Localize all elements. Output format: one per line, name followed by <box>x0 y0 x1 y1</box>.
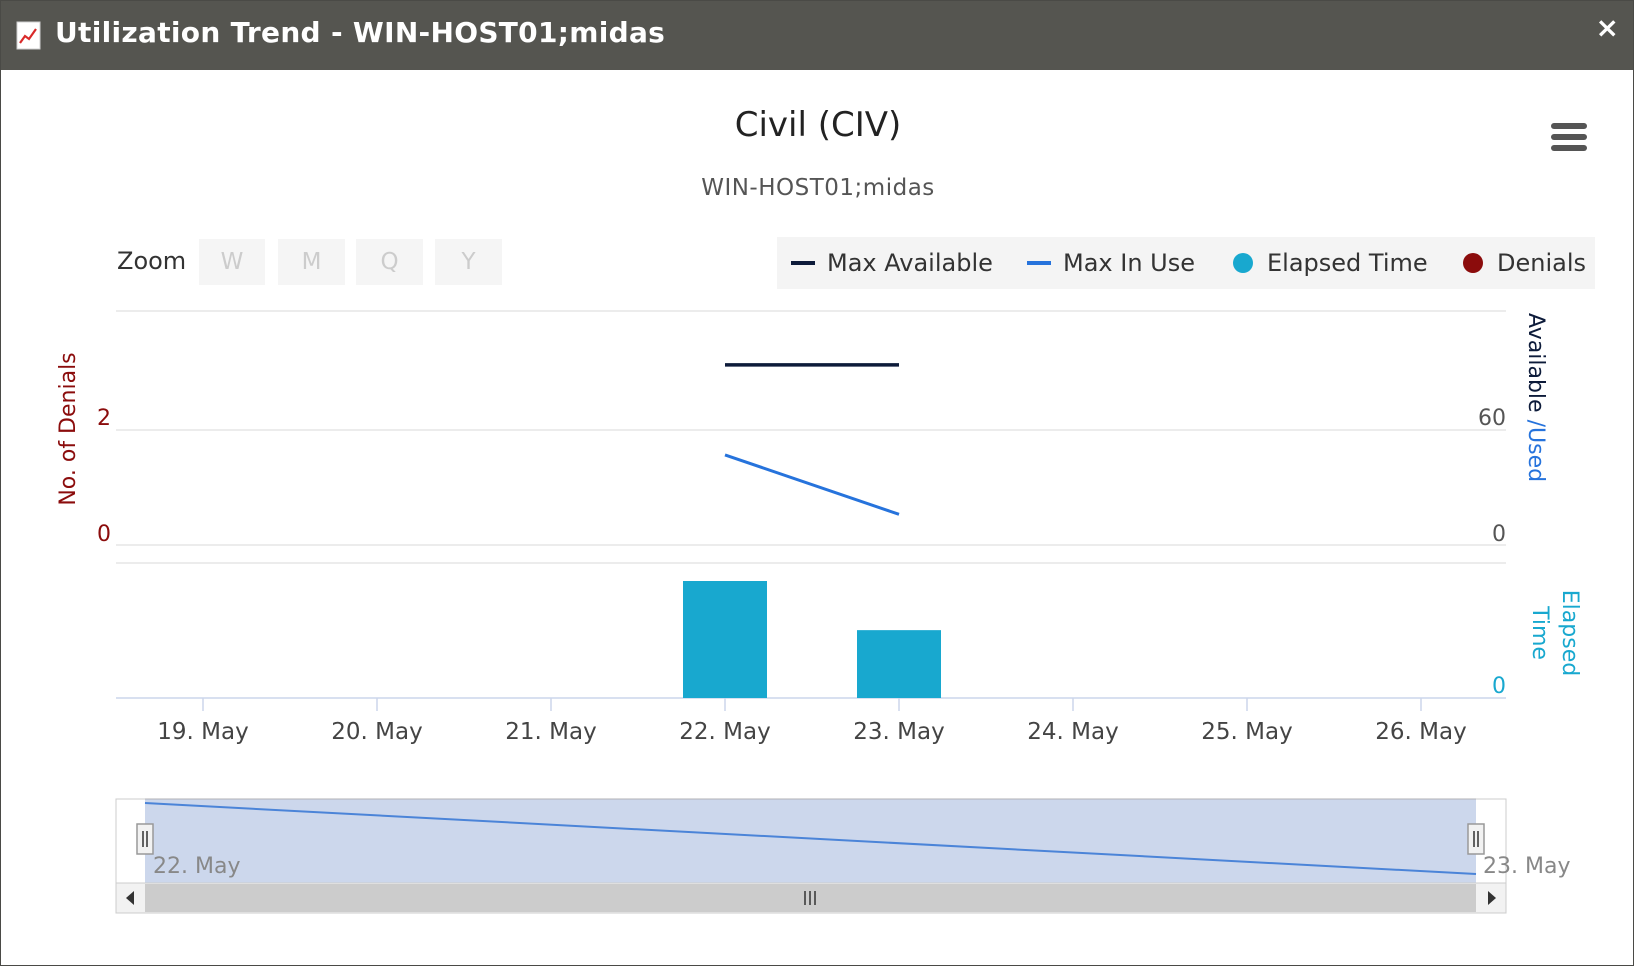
right-axis-title-separator: / <box>1523 413 1548 428</box>
navigator-selected-range[interactable] <box>145 799 1476 883</box>
left-axis-tick-0: 0 <box>97 522 111 547</box>
elapsed-axis-title-line2: Time <box>1527 605 1552 660</box>
elapsed-time-bar <box>683 581 767 698</box>
right-axis-title: Available /Used <box>1523 313 1548 482</box>
elapsed-axis-tick-0: 0 <box>1492 674 1506 699</box>
navigator-right-handle[interactable] <box>1467 823 1485 855</box>
left-axis-tick-2: 2 <box>97 406 111 431</box>
x-axis-tick-label: 21. May <box>505 719 596 745</box>
x-axis-tick-label: 20. May <box>331 719 422 745</box>
navigator-left-handle[interactable] <box>136 823 154 855</box>
x-axis-tick-label: 26. May <box>1375 719 1466 745</box>
x-axis: 19. May 20. May 21. May 22. May 23. May 24. M… <box>157 698 1467 745</box>
line-series-group <box>724 363 900 516</box>
right-axis-title-used: Used <box>1523 427 1548 482</box>
navigator-end-label: 23. May <box>1483 854 1570 879</box>
utilization-chart: No. of Denials 2 0 60 0 Available /Used … <box>56 310 1582 914</box>
x-axis-tick-label: 22. May <box>679 719 770 745</box>
right-axis-tick-0: 0 <box>1492 522 1506 547</box>
right-axis-title-available: Available <box>1523 313 1548 413</box>
navigator-scrollbar[interactable] <box>115 882 1507 914</box>
elapsed-time-bar <box>857 630 941 698</box>
elapsed-axis-title-line1: Elapsed <box>1557 590 1582 676</box>
elapsed-time-series <box>683 581 941 698</box>
x-axis-tick-label: 24. May <box>1027 719 1118 745</box>
right-axis-tick-60: 60 <box>1478 406 1506 431</box>
left-axis-title: No. of Denials <box>56 352 81 505</box>
navigator[interactable]: 22. May 23. May <box>115 798 1570 884</box>
navigator-start-label: 22. May <box>153 854 240 879</box>
x-axis-tick-label: 23. May <box>853 719 944 745</box>
x-axis-tick-label: 25. May <box>1201 719 1292 745</box>
utilization-trend-dialog: Utilization Trend - WIN-HOST01;midas × C… <box>0 0 1634 966</box>
max-in-use-line <box>724 453 900 516</box>
x-axis-tick-label: 19. May <box>157 719 248 745</box>
